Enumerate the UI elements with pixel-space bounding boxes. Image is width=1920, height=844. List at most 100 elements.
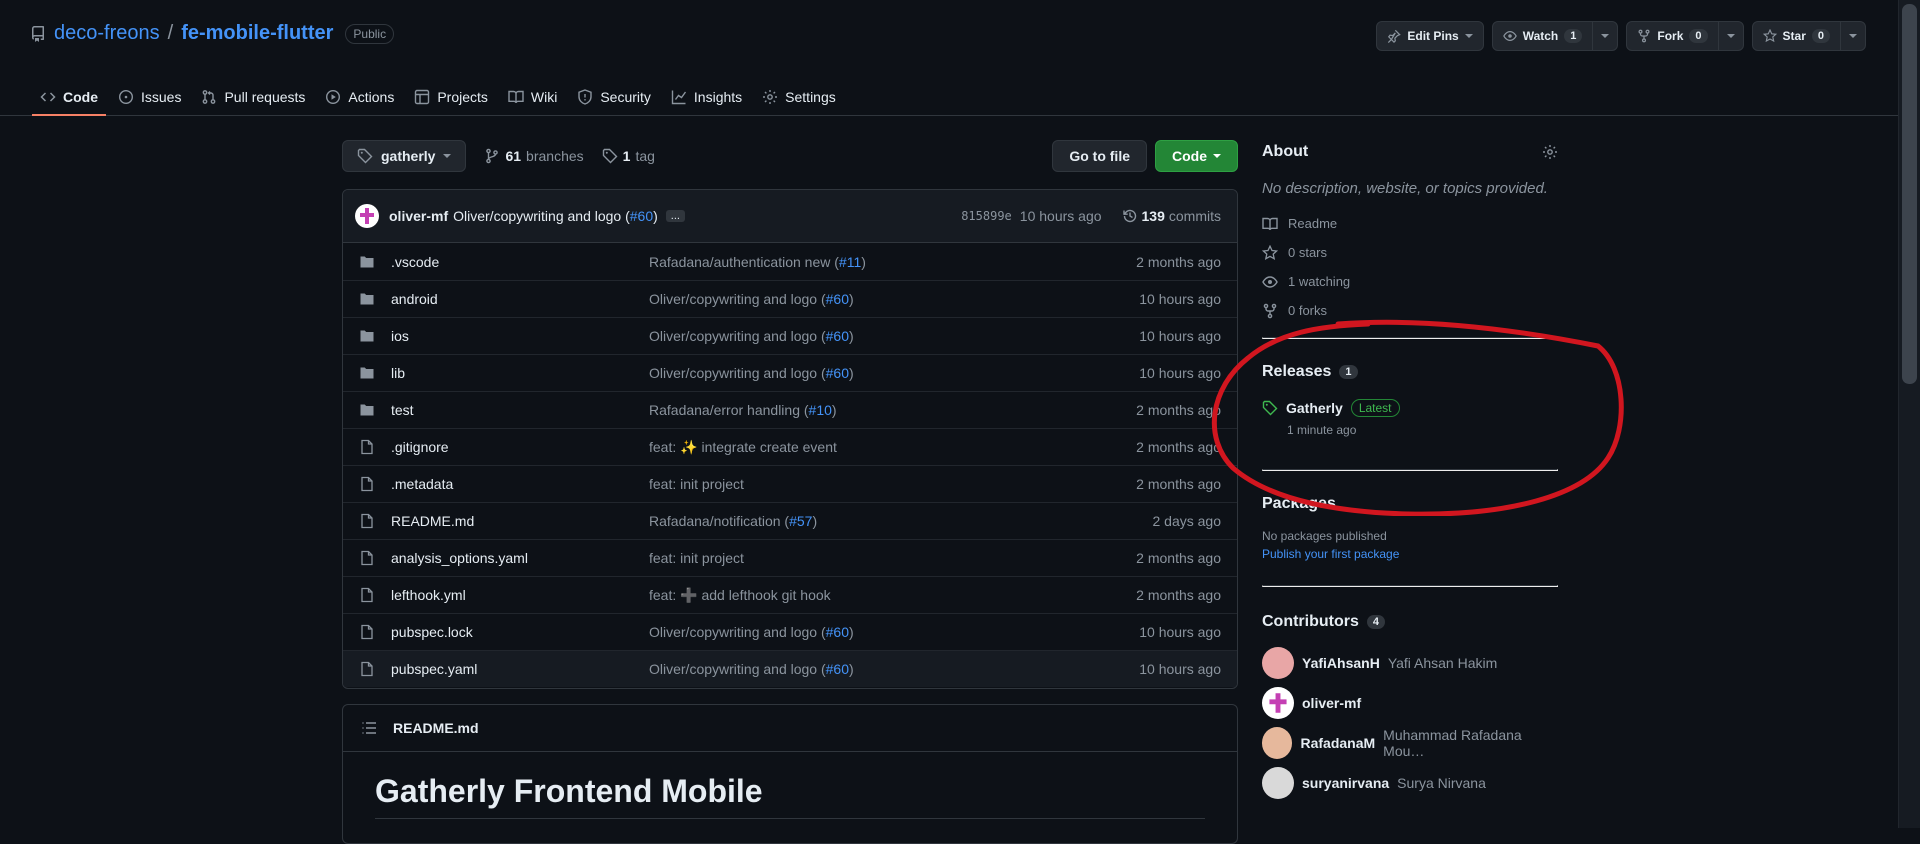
table-row[interactable]: .gitignore feat: ✨ integrate create event… [343,428,1237,465]
branches-link[interactable]: 61 branches [484,148,584,164]
file-name-link[interactable]: .gitignore [391,439,649,455]
watch-button[interactable]: Watch 1 [1491,21,1619,51]
tab-code[interactable]: Code [32,80,106,116]
tab-actions[interactable]: Actions [317,80,402,114]
file-name-link[interactable]: lib [391,365,649,381]
file-commit-message[interactable]: Oliver/copywriting and logo (#60) [649,291,1139,307]
file-icon [359,661,391,677]
file-name-link[interactable]: lefthook.yml [391,587,649,603]
tab-security[interactable]: Security [569,80,659,114]
file-commit-message[interactable]: feat: ➕ add lefthook git hook [649,587,1136,604]
code-dropdown-button[interactable]: Code [1155,140,1238,172]
tab-settings[interactable]: Settings [754,80,844,114]
page-scrollbar[interactable] [1898,0,1920,828]
file-name-link[interactable]: analysis_options.yaml [391,550,649,566]
tab-wiki[interactable]: Wiki [500,80,565,114]
expand-commit-button[interactable]: ... [665,210,685,222]
tab-pull-requests[interactable]: Pull requests [193,80,313,114]
repo-owner-link[interactable]: deco-freons [54,22,160,45]
commit-text: Oliver/copywriting and logo ( [649,365,826,381]
contributor-item[interactable]: YafiAhsanH Yafi Ahsan Hakim [1262,643,1558,683]
commit-pr-link[interactable]: #57 [789,513,812,529]
watch-label: Watch [1522,29,1559,43]
readme-filename-link[interactable]: README.md [393,720,479,736]
file-name-link[interactable]: .metadata [391,476,649,492]
commits-history-link[interactable]: 139 commits [1122,208,1221,224]
tab-label: Security [600,89,651,105]
file-commit-message[interactable]: Oliver/copywriting and logo (#60) [649,365,1139,381]
tab-projects[interactable]: Projects [406,80,496,114]
commit-pr-link[interactable]: #60 [826,624,849,640]
fork-icon [1637,29,1651,43]
commit-pr-link[interactable]: #60 [826,328,849,344]
tab-issues[interactable]: Issues [110,80,189,114]
watch-dropdown[interactable] [1592,22,1617,50]
commit-text-end: ) [861,253,866,270]
star-button[interactable]: Star 0 [1751,21,1866,51]
fork-dropdown[interactable] [1717,22,1743,50]
readme-link[interactable]: Readme [1262,209,1558,238]
file-commit-message[interactable]: Oliver/copywriting and logo (#60) [649,661,1139,677]
contributor-item[interactable]: RafadanaM Muhammad Rafadana Mou… [1262,723,1558,763]
file-commit-date: 10 hours ago [1139,624,1221,640]
stars-link[interactable]: 0 stars [1262,238,1558,267]
folder-icon [359,291,391,307]
file-name-link[interactable]: .vscode [391,254,649,270]
edit-pins-button[interactable]: Edit Pins [1376,21,1484,51]
list-icon[interactable] [361,720,377,736]
table-row[interactable]: .metadata feat: init project 2 months ago [343,465,1237,502]
file-commit-message[interactable]: feat: init project [649,476,1136,492]
file-name-link[interactable]: android [391,291,649,307]
scrollbar-thumb[interactable] [1902,4,1917,384]
table-row[interactable]: README.md Rafadana/notification (#57) 2 da… [343,502,1237,539]
file-commit-message[interactable]: Oliver/copywriting and logo (#60) [649,624,1139,640]
file-commit-message[interactable]: feat: ✨ integrate create event [649,439,1136,456]
avatar[interactable] [355,204,379,228]
file-commit-message[interactable]: Rafadana/notification (#57) [649,513,1153,529]
file-name-link[interactable]: test [391,402,649,418]
tags-link[interactable]: 1 tag [602,148,655,164]
table-row[interactable]: test Rafadana/error handling (#10) 2 month… [343,391,1237,428]
repo-name-link[interactable]: fe-mobile-flutter [181,22,333,45]
table-row[interactable]: pubspec.yaml Oliver/copywriting and logo … [343,650,1237,687]
commit-pr-link[interactable]: #60 [826,291,849,307]
table-row[interactable]: analysis_options.yaml feat: init project 2… [343,539,1237,576]
file-name-link[interactable]: pubspec.yaml [391,661,649,677]
fork-label: Fork [1657,29,1684,43]
file-name-link[interactable]: ios [391,328,649,344]
commit-pr-link[interactable]: #11 [839,254,861,270]
table-row[interactable]: .vscode Rafadana/authentication new (#11)… [343,243,1237,280]
file-commit-message[interactable]: Oliver/copywriting and logo (#60) [649,328,1139,344]
commit-author-link[interactable]: oliver-mf [389,208,448,224]
table-row[interactable]: lib Oliver/copywriting and logo (#60) 10 h… [343,354,1237,391]
watching-link[interactable]: 1 watching [1262,267,1558,296]
file-name-link[interactable]: pubspec.lock [391,624,649,640]
tab-insights[interactable]: Insights [663,80,750,114]
table-row[interactable]: ios Oliver/copywriting and logo (#60) 10 h… [343,317,1237,354]
publish-package-link[interactable]: Publish your first package [1262,547,1558,561]
play-icon [325,89,341,105]
branch-selector[interactable]: gatherly [342,140,467,172]
table-row[interactable]: lefthook.yml feat: ➕ add lefthook git hoo… [343,576,1237,613]
about-item-label: Readme [1288,216,1338,231]
file-commit-message[interactable]: Rafadana/error handling (#10) [649,402,1136,418]
readme-panel: README.md Gatherly Frontend Mobile [342,704,1238,844]
file-commit-message[interactable]: Rafadana/authentication new (#11) [649,254,1136,270]
commit-pr-link[interactable]: #60 [826,365,849,381]
commit-sha-link[interactable]: 815899e [961,209,1012,223]
file-name-link[interactable]: README.md [391,513,649,529]
gear-icon[interactable] [1542,144,1558,160]
contributor-item[interactable]: suryanirvana Surya Nirvana [1262,763,1558,803]
fork-button[interactable]: Fork 0 [1626,21,1744,51]
commit-pr-link[interactable]: #60 [826,661,849,677]
annotation-stroke [1211,319,1624,516]
star-dropdown[interactable] [1840,22,1865,50]
contributors-title-link[interactable]: Contributors 4 [1262,613,1558,631]
table-row[interactable]: android Oliver/copywriting and logo (#60)… [343,280,1237,317]
table-row[interactable]: pubspec.lock Oliver/copywriting and logo … [343,613,1237,650]
commit-pr-link[interactable]: #10 [809,402,832,418]
file-commit-message[interactable]: feat: init project [649,550,1136,566]
go-to-file-button[interactable]: Go to file [1052,140,1147,172]
contributor-item[interactable]: oliver-mf [1262,683,1558,723]
commit-pr-link[interactable]: #60 [630,208,653,224]
